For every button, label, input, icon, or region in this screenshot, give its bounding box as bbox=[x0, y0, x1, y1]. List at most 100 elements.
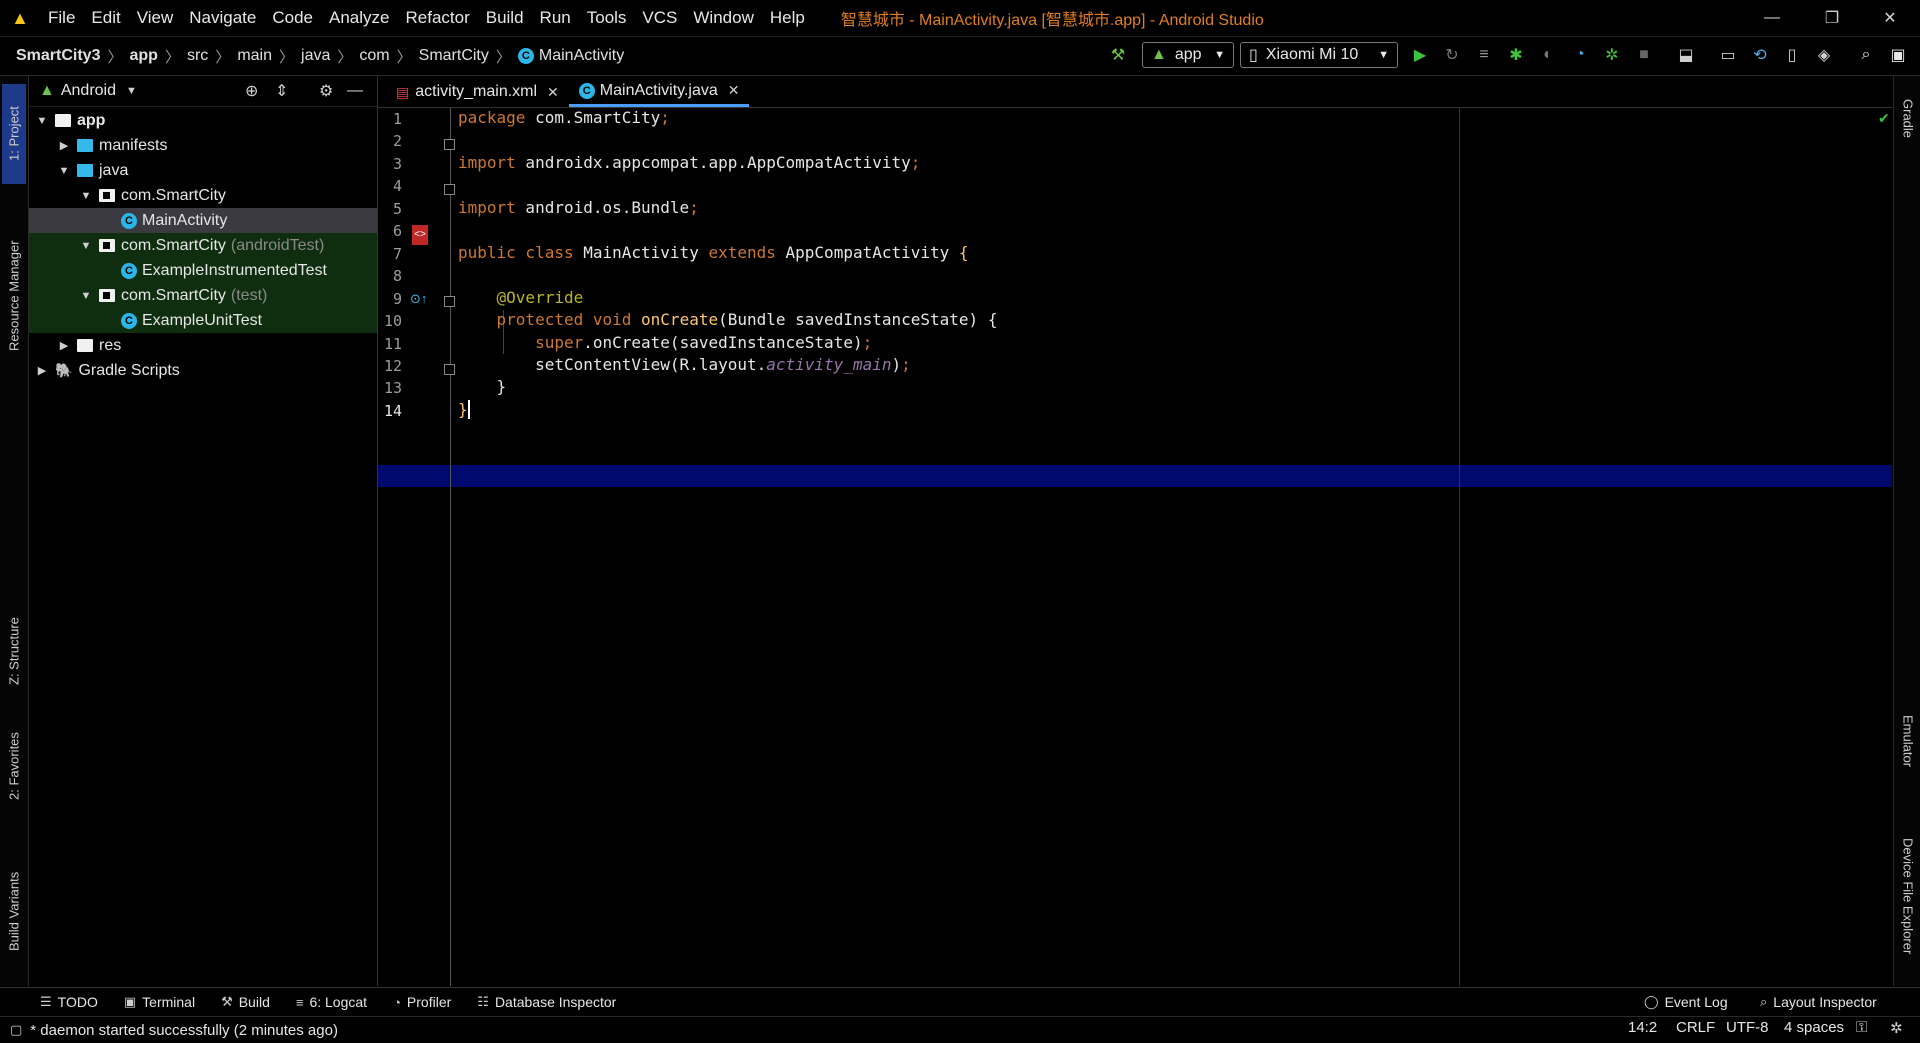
menu-navigate[interactable]: Navigate bbox=[181, 0, 264, 36]
tab-project[interactable]: 1: Project bbox=[2, 84, 26, 184]
restore-icon[interactable]: ❐ bbox=[1810, 0, 1854, 36]
lock-icon[interactable]: ⚿ bbox=[1856, 1019, 1867, 1036]
menu-edit[interactable]: Edit bbox=[83, 0, 128, 36]
coverage-icon[interactable]: ◐ bbox=[1536, 44, 1560, 66]
file-encoding[interactable]: UTF-8 bbox=[1726, 1019, 1769, 1036]
device-manager-icon[interactable]: ▯ bbox=[1780, 44, 1804, 66]
menu-view[interactable]: View bbox=[129, 0, 182, 36]
stop-icon[interactable]: ■ bbox=[1632, 44, 1656, 66]
profile-icon[interactable]: ◔ bbox=[1568, 44, 1592, 66]
tree-item[interactable]: ▶ 🐘 Gradle Scripts bbox=[29, 358, 377, 383]
breadcrumb-java[interactable]: java bbox=[301, 47, 330, 65]
code-editor[interactable]: 1 2 3 4 5 6 7 8 9 10 11 12 13 14 ✔ <> ⊙↑ package com.… bbox=[378, 108, 1892, 986]
tree-item[interactable]: ▼ com.SmartCity bbox=[29, 183, 377, 208]
breadcrumb-module[interactable]: app bbox=[130, 47, 158, 65]
device-dropdown[interactable]: ▯ Xiaomi Mi 10 ▼ bbox=[1240, 42, 1398, 68]
breadcrumb-project[interactable]: SmartCity3 bbox=[16, 47, 100, 65]
menu-build[interactable]: Build bbox=[478, 0, 532, 36]
collapse-all-icon[interactable]: ⇕ bbox=[275, 81, 288, 101]
menu-help[interactable]: Help bbox=[762, 0, 813, 36]
terminal-tool[interactable]: ▣ Terminal bbox=[124, 994, 195, 1010]
profiler-tool[interactable]: ◔ Profiler bbox=[393, 994, 451, 1010]
event-icon[interactable]: ✲ bbox=[1890, 1019, 1903, 1037]
chevron-right-icon[interactable]: ▶ bbox=[57, 139, 71, 152]
apply-code-changes-icon[interactable]: ≡ bbox=[1472, 44, 1496, 66]
breadcrumb-main[interactable]: main bbox=[237, 47, 272, 65]
database-inspector-tool[interactable]: ☷ Database Inspector bbox=[477, 994, 616, 1010]
tree-item[interactable]: ▼ app bbox=[29, 108, 377, 133]
tab-emulator[interactable]: Emulator bbox=[1896, 696, 1920, 786]
toggle-tool-windows-icon[interactable]: ▢ bbox=[10, 1022, 22, 1038]
fold-marker-icon[interactable] bbox=[444, 139, 455, 150]
minimize-icon[interactable]: — bbox=[1750, 0, 1794, 36]
tab-mainactivity-java[interactable]: C MainActivity.java ✕ bbox=[568, 77, 750, 107]
tree-item[interactable]: ▼ com.SmartCity (test) bbox=[29, 283, 377, 308]
fold-marker-icon[interactable] bbox=[444, 184, 455, 195]
status-message[interactable]: * daemon started successfully (2 minutes… bbox=[30, 1022, 338, 1039]
tab-resource-manager[interactable]: Resource Manager bbox=[2, 201, 26, 391]
menu-tools[interactable]: Tools bbox=[579, 0, 635, 36]
tree-item[interactable]: ▼ java bbox=[29, 158, 377, 183]
sdk-manager-icon[interactable]: ⟲ bbox=[1748, 44, 1772, 66]
tree-item[interactable]: C MainActivity bbox=[29, 208, 377, 233]
debug-bug-icon[interactable]: ✱ bbox=[1504, 44, 1528, 66]
breadcrumb-mainactivity[interactable]: MainActivity bbox=[539, 47, 624, 65]
gear-icon[interactable]: ⚙ bbox=[319, 81, 333, 101]
menu-refactor[interactable]: Refactor bbox=[397, 0, 477, 36]
build-bundle-icon[interactable]: ◈ bbox=[1812, 44, 1836, 66]
layout-inspector-tool[interactable]: ⌕ Layout Inspector bbox=[1760, 994, 1877, 1010]
chevron-down-icon[interactable]: ▼ bbox=[79, 290, 93, 302]
tree-item[interactable]: C ExampleUnitTest bbox=[29, 308, 377, 333]
tree-item[interactable]: ▼ com.SmartCity (androidTest) bbox=[29, 233, 377, 258]
menu-file[interactable]: File bbox=[40, 0, 83, 36]
menu-run[interactable]: Run bbox=[532, 0, 579, 36]
locate-target-icon[interactable]: ⊕ bbox=[245, 81, 258, 101]
event-log-tool[interactable]: ◯ Event Log bbox=[1644, 994, 1728, 1010]
account-icon[interactable]: ▣ bbox=[1886, 44, 1910, 66]
fold-marker-icon[interactable] bbox=[444, 296, 455, 307]
avd-manager-icon[interactable]: ▭ bbox=[1716, 44, 1740, 66]
tab-favorites[interactable]: 2: Favorites bbox=[2, 716, 26, 816]
indent-setting[interactable]: 4 spaces bbox=[1784, 1019, 1844, 1036]
menu-code[interactable]: Code bbox=[264, 0, 321, 36]
chevron-right-icon[interactable]: ▶ bbox=[35, 364, 49, 377]
todo-tool[interactable]: ☰ TODO bbox=[40, 994, 98, 1010]
make-project-hammer-icon[interactable]: ⚒ bbox=[1106, 44, 1130, 66]
tab-device-file-explorer[interactable]: Device File Explorer bbox=[1896, 816, 1920, 976]
menu-vcs[interactable]: VCS bbox=[634, 0, 685, 36]
run-play-icon[interactable]: ▶ bbox=[1408, 44, 1432, 66]
sync-gradle-icon[interactable]: ⬓ bbox=[1674, 44, 1698, 66]
attach-debugger-icon[interactable]: ✲ bbox=[1600, 44, 1624, 66]
build-tool[interactable]: ⚒ Build bbox=[221, 994, 270, 1010]
caret-position[interactable]: 14:2 bbox=[1628, 1019, 1657, 1036]
search-icon[interactable]: ⌕ bbox=[1854, 44, 1878, 66]
chevron-down-icon[interactable]: ▼ bbox=[126, 85, 137, 97]
tree-item[interactable]: ▶ res bbox=[29, 333, 377, 358]
logcat-tool[interactable]: ≡ 6: Logcat bbox=[296, 994, 367, 1010]
apply-changes-icon[interactable]: ↻ bbox=[1440, 44, 1464, 66]
tree-item[interactable]: C ExampleInstrumentedTest bbox=[29, 258, 377, 283]
hide-panel-icon[interactable]: — bbox=[347, 82, 363, 100]
chevron-down-icon[interactable]: ▼ bbox=[79, 190, 93, 202]
chevron-down-icon[interactable]: ▼ bbox=[79, 240, 93, 252]
related-layout-icon[interactable]: <> bbox=[412, 225, 428, 245]
chevron-right-icon[interactable]: ▶ bbox=[57, 339, 71, 352]
close-tab-icon[interactable]: ✕ bbox=[547, 84, 559, 101]
menu-analyze[interactable]: Analyze bbox=[321, 0, 397, 36]
close-tab-icon[interactable]: ✕ bbox=[728, 82, 740, 99]
chevron-down-icon[interactable]: ▼ bbox=[57, 165, 71, 177]
override-method-icon[interactable]: ⊙↑ bbox=[410, 291, 427, 307]
run-config-dropdown[interactable]: ▲ app ▼ bbox=[1142, 42, 1234, 68]
breadcrumb-smartcity[interactable]: SmartCity bbox=[419, 47, 489, 65]
tab-structure[interactable]: Z: Structure bbox=[2, 606, 26, 696]
close-icon[interactable]: ✕ bbox=[1868, 0, 1912, 36]
breadcrumb-src[interactable]: src bbox=[187, 47, 208, 65]
tree-item[interactable]: ▶ manifests bbox=[29, 133, 377, 158]
chevron-down-icon[interactable]: ▼ bbox=[35, 115, 49, 127]
tab-gradle[interactable]: Gradle bbox=[1896, 84, 1920, 154]
line-separator[interactable]: CRLF bbox=[1676, 1019, 1715, 1036]
tab-activity-main-xml[interactable]: ▤ activity_main.xml ✕ bbox=[386, 77, 569, 107]
tab-build-variants[interactable]: Build Variants bbox=[2, 856, 26, 966]
breadcrumb-com[interactable]: com bbox=[359, 47, 389, 65]
project-view-selector[interactable]: Android bbox=[61, 82, 116, 100]
